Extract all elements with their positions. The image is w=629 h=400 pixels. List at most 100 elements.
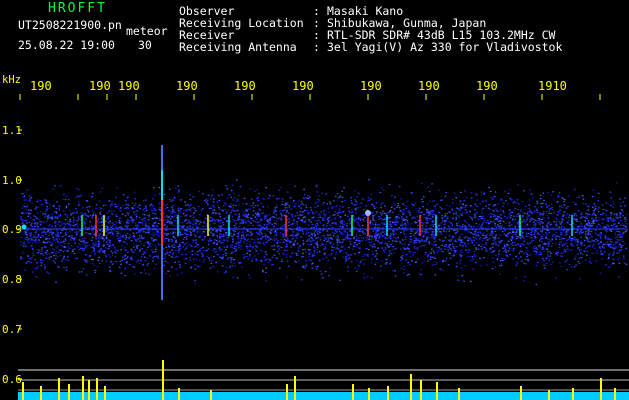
noise-dot [348, 240, 351, 243]
noise-dot [618, 251, 621, 253]
noise-dot [293, 242, 295, 244]
noise-dot [148, 214, 151, 216]
noise-dot [327, 238, 330, 240]
noise-dot [541, 225, 544, 227]
noise-dot [527, 232, 530, 235]
noise-dot [112, 261, 115, 263]
noise-dot [198, 223, 201, 225]
noise-dot [256, 242, 259, 244]
noise-dot [92, 245, 94, 247]
noise-dot [213, 248, 216, 250]
noise-dot [610, 214, 613, 216]
noise-dot [542, 227, 544, 229]
noise-dot [71, 235, 73, 237]
noise-dot [281, 200, 284, 202]
noise-dot [575, 215, 578, 217]
noise-dot [599, 225, 602, 227]
noise-dot [341, 190, 343, 192]
noise-dot [510, 239, 513, 242]
noise-dot [296, 212, 299, 214]
noise-dot [211, 213, 213, 215]
noise-dot [268, 221, 271, 223]
noise-dot [168, 216, 171, 218]
noise-dot [411, 218, 413, 220]
noise-dot [265, 267, 267, 269]
noise-dot [593, 244, 595, 246]
noise-dot [98, 240, 100, 242]
noise-dot [105, 204, 107, 206]
noise-dot [620, 236, 623, 238]
noise-dot [550, 208, 552, 210]
noise-dot [256, 247, 258, 249]
noise-dot [625, 230, 628, 232]
noise-dot [253, 239, 256, 241]
noise-dot [355, 235, 358, 237]
noise-dot [64, 243, 66, 245]
noise-dot [594, 252, 597, 254]
noise-dot [177, 185, 179, 187]
noise-dot [118, 266, 121, 268]
noise-dot [472, 258, 475, 260]
noise-dot [346, 237, 348, 239]
noise-dot [376, 224, 379, 226]
noise-dot [614, 219, 616, 222]
noise-dot [610, 238, 613, 241]
noise-dot [441, 269, 444, 271]
noise-dot [604, 235, 607, 237]
noise-dot [533, 221, 535, 223]
noise-dot [105, 236, 108, 238]
noise-dot [144, 219, 147, 221]
noise-dot [189, 215, 192, 217]
noise-dot [319, 239, 322, 241]
noise-dot [307, 198, 310, 200]
noise-dot [475, 229, 477, 231]
noise-dot [207, 248, 210, 250]
noise-dot [445, 231, 448, 233]
noise-dot [244, 231, 246, 233]
noise-dot [184, 262, 187, 264]
noise-dot [582, 198, 585, 200]
noise-dot [497, 224, 499, 226]
noise-dot [302, 265, 304, 267]
noise-dot [512, 244, 515, 246]
noise-dot [234, 219, 236, 221]
noise-dot [397, 221, 399, 223]
noise-dot [375, 250, 378, 252]
noise-dot [163, 193, 166, 196]
noise-dot [560, 255, 562, 257]
noise-dot [414, 247, 416, 250]
noise-dot [438, 189, 440, 191]
noise-dot [126, 243, 128, 245]
noise-dot [543, 267, 546, 269]
noise-dot [281, 258, 283, 260]
noise-dot [178, 189, 180, 191]
noise-dot [521, 260, 523, 262]
noise-dot [83, 241, 86, 243]
noise-dot [98, 251, 101, 253]
noise-dot [192, 214, 194, 216]
noise-dot [590, 230, 593, 233]
noise-dot [238, 216, 240, 219]
noise-dot [475, 261, 477, 263]
noise-dot [455, 217, 458, 219]
noise-dot [367, 200, 369, 202]
noise-dot [237, 232, 240, 234]
noise-dot [358, 224, 361, 227]
noise-dot [70, 212, 72, 214]
noise-dot [157, 257, 159, 259]
noise-dot [237, 241, 239, 243]
noise-dot [111, 225, 114, 227]
noise-dot [281, 225, 283, 227]
noise-dot [551, 207, 553, 209]
noise-dot [46, 271, 49, 273]
noise-dot [82, 268, 85, 270]
noise-dot [168, 220, 170, 223]
noise-dot [387, 212, 390, 214]
noise-dot [83, 240, 85, 242]
noise-dot [65, 266, 68, 268]
noise-dot [348, 207, 350, 209]
noise-dot [394, 204, 396, 206]
noise-dot [388, 250, 391, 252]
noise-dot [274, 207, 276, 209]
noise-dot [388, 183, 391, 185]
